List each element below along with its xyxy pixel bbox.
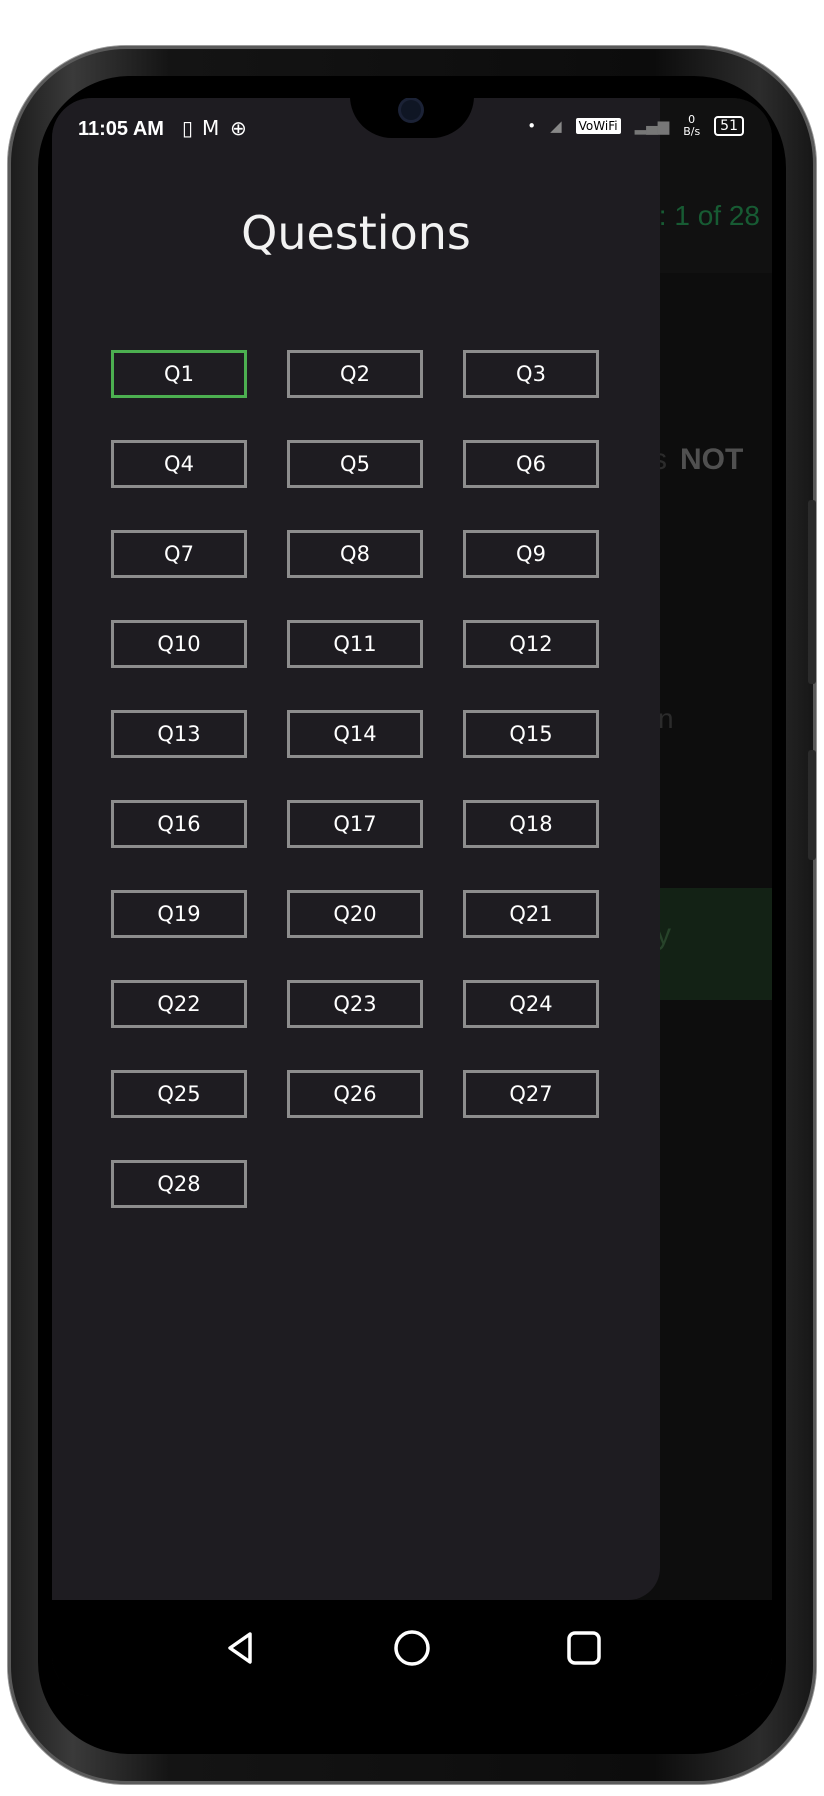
question-button-17[interactable]: Q17 [287,800,423,848]
volume-button [808,500,816,684]
question-button-6[interactable]: Q6 [463,440,599,488]
question-grid: Q1 Q2 Q3 Q4 Q5 Q6 Q7 Q8 Q9 Q10 Q11 Q12 Q13 Q14 Q15 Q16 Q… [111,350,599,1208]
battery-indicator: 51 [714,116,744,136]
question-button-2[interactable]: Q2 [287,350,423,398]
gmail-icon: M [202,116,220,140]
question-button-15[interactable]: Q15 [463,710,599,758]
question-button-4[interactable]: Q4 [111,440,247,488]
question-button-20[interactable]: Q20 [287,890,423,938]
vowifi-badge: VoWiFi [575,118,621,134]
recents-icon[interactable] [564,1628,604,1668]
question-button-9[interactable]: Q9 [463,530,599,578]
question-button-18[interactable]: Q18 [463,800,599,848]
drawer-title: Questions [241,206,471,260]
home-icon[interactable] [392,1628,432,1668]
screen: E: 1 of 28 s NOT n y Questions Q1Q2Q3Q4Q… [52,98,772,1696]
question-button-22[interactable]: Q22 [111,980,247,1028]
question-button-24[interactable]: Q24 [463,980,599,1028]
question-button-27[interactable]: Q27 [463,1070,599,1118]
question-button-16[interactable]: Q16 [111,800,247,848]
question-button-12[interactable]: Q12 [463,620,599,668]
question-button-25[interactable]: Q25 [111,1070,247,1118]
front-camera [401,100,421,120]
dot-icon: • [527,117,537,135]
battery-saver-icon: ▯ [182,116,194,140]
question-button-11[interactable]: Q11 [287,620,423,668]
question-button-21[interactable]: Q21 [463,890,599,938]
question-button-7[interactable]: Q7 [111,530,247,578]
question-button-23[interactable]: Q23 [287,980,423,1028]
power-button [808,750,816,860]
question-button-28[interactable]: Q28 [111,1160,247,1208]
status-time: 11:05 AM [78,118,164,140]
question-button-8[interactable]: Q8 [287,530,423,578]
question-button-13[interactable]: Q13 [111,710,247,758]
status-bar: 11:05 AM ▯ M ⊕ • ◢ VoWiFi ▂▄▆ 0 B/s 51 [52,98,772,162]
network-speed: 0 B/s [683,114,700,138]
question-button-26[interactable]: Q26 [287,1070,423,1118]
navigation-bar [52,1600,772,1696]
question-button-1[interactable]: Q1 [111,350,247,398]
questions-drawer: Questions Q1 Q2 Q3 Q4 Q5 Q6 Q7 Q8 Q9 Q10 Q11 Q12 Q13… [52,98,660,1600]
question-button-5[interactable]: Q5 [287,440,423,488]
back-icon[interactable] [220,1628,260,1668]
network-speed-unit: B/s [683,125,701,138]
wifi-signal-icon: ▂▄▆ [634,117,670,135]
status-right-group: • ◢ VoWiFi ▂▄▆ 0 B/s 51 [527,114,744,138]
question-button-14[interactable]: Q14 [287,710,423,758]
question-button-3[interactable]: Q3 [463,350,599,398]
signal-icon: ◢ [550,117,562,135]
download-icon: ⊕ [230,116,247,140]
question-button-10[interactable]: Q10 [111,620,247,668]
question-button-19[interactable]: Q19 [111,890,247,938]
